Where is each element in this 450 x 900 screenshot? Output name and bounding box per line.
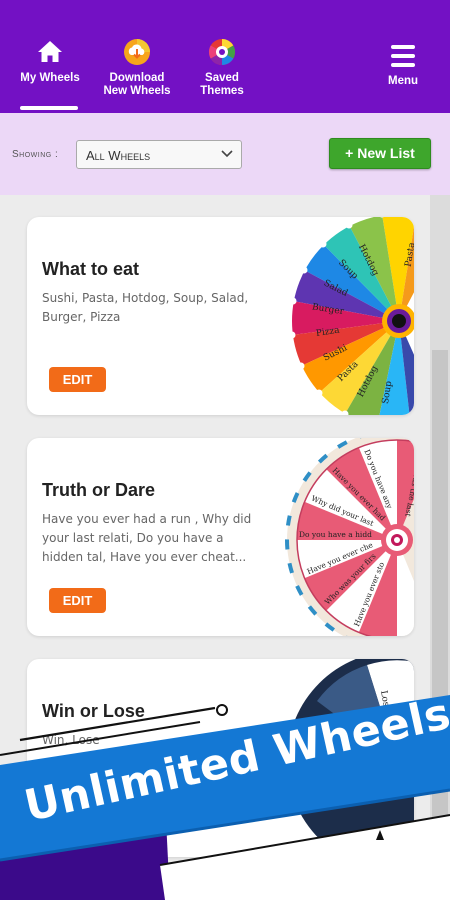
edit-button[interactable]: EDIT — [49, 367, 106, 392]
hamburger-menu-icon — [391, 45, 415, 67]
nav-download-new-wheels[interactable]: Download New Wheels — [92, 38, 182, 98]
color-wheel-icon — [208, 38, 236, 66]
nav-my-wheels-label: My Wheels — [20, 72, 80, 84]
nav-menu[interactable]: Menu — [358, 38, 448, 88]
wheel-card-what-to-eat[interactable]: What to eat Sushi, Pasta, Hotdog, Soup, … — [27, 217, 414, 415]
svg-text:Do you have a hidd: Do you have a hidd — [299, 530, 372, 539]
wheel-card-truth-or-dare[interactable]: Truth or Dare Have you ever had a run , … — [27, 438, 414, 636]
new-list-button[interactable]: + New List — [329, 138, 431, 169]
card-title: Truth or Dare — [42, 480, 156, 500]
edit-button[interactable]: EDIT — [49, 588, 106, 613]
wheel-preview-image: Pasta Hotdog Soup Salad Burger Pizza Sus… — [287, 217, 414, 415]
top-navigation-bar: My Wheels Download New Wheels Saved Them… — [0, 0, 450, 113]
nav-menu-label: Menu — [387, 75, 419, 87]
showing-label: Showing : — [12, 149, 59, 160]
nav-saved-themes-line2: Themes — [200, 85, 244, 97]
wheel-filter-dropdown[interactable]: All Wheels — [76, 140, 242, 169]
card-description: Sushi, Pasta, Hotdog, Soup, Salad, Burge… — [42, 291, 249, 324]
nav-saved-themes[interactable]: Saved Themes — [177, 38, 267, 98]
card-title: What to eat — [42, 259, 139, 279]
nav-my-wheels[interactable]: My Wheels — [5, 38, 95, 85]
active-tab-indicator — [20, 106, 78, 110]
wheel-preview-image: Do you have any Have you ever had Why di… — [285, 438, 414, 636]
chevron-down-icon — [221, 150, 233, 158]
dropdown-selected-value: All Wheels — [86, 148, 151, 163]
home-icon — [38, 41, 62, 62]
card-description: Have you ever had a run , Why did your l… — [42, 512, 252, 564]
cloud-download-icon — [124, 39, 150, 65]
nav-download-label-line1: Download — [109, 72, 165, 84]
nav-download-label-line2: New Wheels — [103, 85, 171, 97]
nav-saved-themes-line1: Saved — [205, 72, 239, 84]
